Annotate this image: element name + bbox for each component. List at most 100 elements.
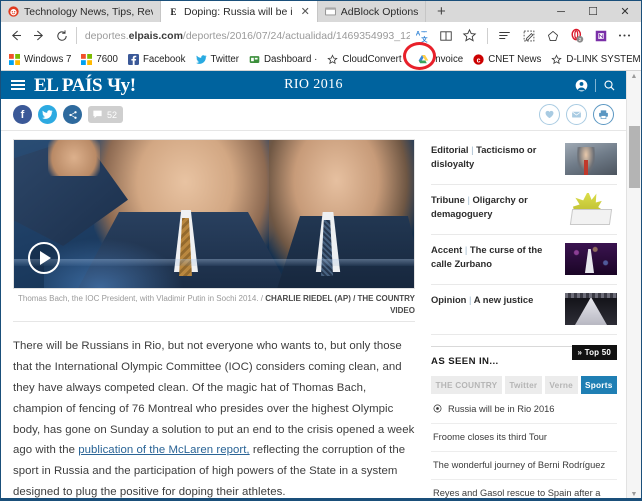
reading-view-icon[interactable] xyxy=(434,24,458,48)
site-logo-mark: Чу! xyxy=(107,74,136,96)
rail-link-list: Russia will be in Rio 2016 Froome closes… xyxy=(431,396,617,500)
site-logo[interactable]: EL PAÍS xyxy=(34,76,103,95)
article-paragraph-1: There will be Russians in Rio, but not e… xyxy=(13,322,415,500)
social-share-bar: f 52 xyxy=(1,99,626,131)
scroll-up-arrow[interactable]: ▲ xyxy=(631,73,638,80)
back-button[interactable] xyxy=(5,24,28,48)
favorites-star-icon[interactable] xyxy=(458,24,482,48)
tab-sports[interactable]: Sports xyxy=(580,376,618,394)
rail-link-item[interactable]: The wonderful journey of Berni Rodríguez xyxy=(431,452,617,481)
bookmark-label: Dashboard · xyxy=(264,54,318,65)
rail-tab-group: THE COUNTRY Twitter Verne Sports xyxy=(431,376,618,394)
page-viewport: EL PAÍS Чу! RIO 2016 f 52 Thomas Bach, t… xyxy=(1,71,641,500)
search-icon[interactable] xyxy=(603,79,616,92)
photo-caption: Thomas Bach, the IOC President, with Vla… xyxy=(13,289,415,323)
navigation-toolbar: deportes. elpais.com/deportes/2016/07/24/… xyxy=(1,22,641,70)
toolbar-divider xyxy=(486,27,488,44)
bookmark-label: Invoice xyxy=(432,54,464,65)
account-icon[interactable] xyxy=(575,79,588,92)
comment-count-badge[interactable]: 52 xyxy=(88,106,124,123)
rail-link-text: Froome closes its third Tour xyxy=(433,432,548,443)
star-icon xyxy=(551,54,563,65)
as-seen-in-title: AS SEEN IN... xyxy=(431,356,499,367)
svg-text:A: A xyxy=(416,30,421,37)
top-50-badge[interactable]: » Top 50 xyxy=(571,345,617,360)
bookmark-twitter[interactable]: Twitter xyxy=(191,54,245,65)
opera-adblock-icon[interactable]: 2 xyxy=(565,24,589,48)
rail-link-item[interactable]: Reyes and Gasol rescue to Spain after a … xyxy=(431,480,617,500)
rail-item-accent[interactable]: Accent | The curse of the calle Zurbano xyxy=(431,235,617,285)
svg-text:c: c xyxy=(477,57,481,64)
rail-link-item[interactable]: Russia will be in Rio 2016 xyxy=(431,396,617,425)
bookmark-label: Facebook xyxy=(142,54,186,65)
scrollbar-thumb[interactable] xyxy=(629,126,640,188)
tab-the-country[interactable]: THE COUNTRY xyxy=(431,376,502,394)
new-tab-button[interactable]: + xyxy=(426,1,457,22)
page-scrollbar[interactable]: ▲ ▼ xyxy=(626,71,641,500)
rail-item-kicker: Tribune xyxy=(431,194,465,205)
forward-button[interactable] xyxy=(28,24,51,48)
caption-text: Thomas Bach, the IOC President, with Vla… xyxy=(17,294,266,303)
window-status-strip xyxy=(1,498,641,500)
onenote-clipper-icon[interactable] xyxy=(589,24,613,48)
hamburger-icon[interactable] xyxy=(11,80,25,90)
translate-icon[interactable]: A 文 xyxy=(410,24,434,48)
url-domain: elpais.com xyxy=(128,29,183,42)
scroll-down-arrow[interactable]: ▼ xyxy=(631,491,638,498)
maximize-button[interactable]: ☐ xyxy=(577,1,609,22)
close-window-button[interactable]: ✕ xyxy=(609,1,641,22)
bookmark-7600[interactable]: 7600 xyxy=(76,54,123,65)
tab-verne[interactable]: Verne xyxy=(544,376,578,394)
windows-icon xyxy=(9,54,20,65)
browser-tab-2[interactable]: E Doping: Russia will be i ✕ xyxy=(161,1,318,22)
tab-close-icon[interactable]: ✕ xyxy=(301,5,310,18)
rail-item-headline: A new justice xyxy=(473,294,534,305)
mclaren-report-link[interactable]: publication of the McLaren report, xyxy=(78,444,249,456)
twitter-share-button[interactable] xyxy=(38,105,57,124)
browser-tab-3[interactable]: AdBlock Options xyxy=(317,1,427,22)
bookmark-dashboard[interactable]: Dashboard · xyxy=(244,54,322,65)
bookmark-facebook[interactable]: Facebook xyxy=(123,54,191,65)
address-bar[interactable]: deportes. elpais.com/deportes/2016/07/24/… xyxy=(83,24,410,48)
twitter-icon xyxy=(195,55,207,64)
rail-item-separator: | xyxy=(469,294,472,305)
browser-tab-1[interactable]: Technology News, Tips, Rev xyxy=(1,1,161,22)
share-button[interactable] xyxy=(63,105,82,124)
email-article-button[interactable] xyxy=(566,104,587,125)
rail-item-title: Opinion | A new justice xyxy=(431,293,557,307)
tab-title: AdBlock Options xyxy=(340,5,419,18)
bookmark-label: 7600 xyxy=(96,54,118,65)
tab-strip-spacer xyxy=(456,1,545,22)
article-column: Thomas Bach, the IOC President, with Vla… xyxy=(1,131,425,500)
rail-item-tribune[interactable]: Tribune | Oligarchy or demagoguery xyxy=(431,185,617,235)
rail-item-separator: | xyxy=(471,144,474,155)
rail-item-editorial[interactable]: Editorial | Tacticismo or disloyalty xyxy=(431,135,617,185)
tab-title: Technology News, Tips, Rev xyxy=(24,5,153,18)
play-button[interactable] xyxy=(28,242,60,274)
bookmark-cnet-news[interactable]: c CNET News xyxy=(468,54,546,65)
rail-link-text: The wonderful journey of Berni Rodríguez xyxy=(433,460,606,471)
bookmark-invoice[interactable]: Invoice xyxy=(413,54,469,65)
header-divider xyxy=(595,78,596,92)
tab-twitter[interactable]: Twitter xyxy=(504,376,542,394)
rail-item-thumbnail xyxy=(565,293,617,325)
rail-item-opinion[interactable]: Opinion | A new justice xyxy=(431,285,617,335)
more-settings-icon[interactable] xyxy=(613,24,637,48)
rail-link-item[interactable]: Froome closes its third Tour xyxy=(431,424,617,453)
web-note-icon[interactable] xyxy=(517,24,541,48)
heart-icon xyxy=(545,110,554,119)
article-video-thumbnail[interactable] xyxy=(13,139,415,289)
save-article-button[interactable] xyxy=(539,104,560,125)
bookmark-cloudconvert[interactable]: CloudConvert · xyxy=(322,54,412,65)
caption-credit: CHARLIE RIEDEL (AP) / THE COUNTRY VIDEO xyxy=(265,294,415,315)
bookmark-d-link-systems[interactable]: D-LINK SYSTEMS, xyxy=(546,54,641,65)
share-icon[interactable] xyxy=(541,24,565,48)
bookmark-windows-7[interactable]: Windows 7 xyxy=(4,54,76,65)
header-actions xyxy=(575,78,616,92)
refresh-button[interactable] xyxy=(50,24,73,48)
paragraph-part-1: There will be Russians in Rio, but not e… xyxy=(13,340,415,457)
minimize-button[interactable]: ─ xyxy=(545,1,577,22)
print-article-button[interactable] xyxy=(593,104,614,125)
facebook-share-button[interactable]: f xyxy=(13,105,32,124)
hub-reading-list-icon[interactable] xyxy=(493,24,517,48)
